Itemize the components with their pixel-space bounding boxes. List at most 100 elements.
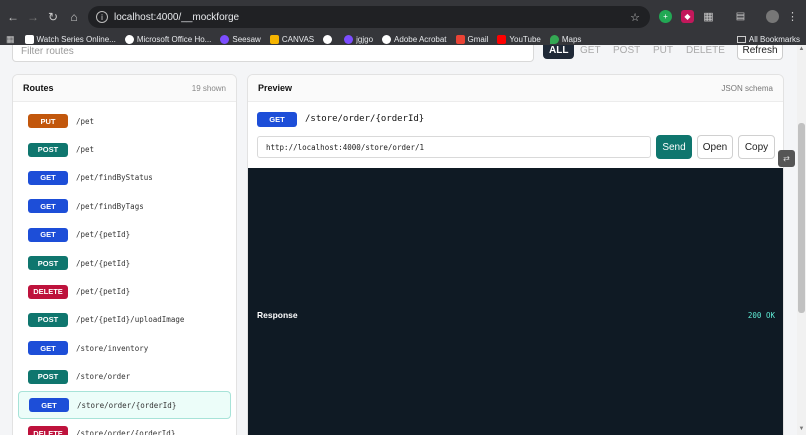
bookmark-item[interactable]: Maps (549, 34, 581, 44)
home-icon[interactable]: ⌂ (63, 6, 85, 28)
scroll-up-icon[interactable]: ▲ (798, 46, 805, 54)
bookmark-item[interactable]: YouTube (497, 34, 541, 44)
bookmark-favicon-icon (124, 34, 134, 44)
bookmark-item[interactable]: jgjgo (344, 34, 373, 44)
filter-method-put[interactable]: PUT (653, 45, 673, 59)
bookmark-item[interactable]: Adobe Acrobat (382, 34, 447, 44)
site-info-icon[interactable]: i (96, 11, 108, 23)
menu-kebab-icon[interactable]: ⋮ (786, 10, 799, 23)
media-icon[interactable]: ▤ (734, 10, 747, 23)
route-path: /pet/findByTags (76, 201, 144, 211)
apps-grid-icon[interactable]: ▦ (6, 34, 15, 45)
route-item[interactable]: GET/pet/findByStatus (18, 164, 231, 192)
address-bar[interactable]: i localhost:4000/__mockforge ☆ (88, 6, 650, 28)
route-path: /store/order (76, 372, 131, 382)
route-path: /pet/findByStatus (76, 173, 153, 183)
bookmark-item[interactable]: CANVAS (269, 34, 314, 44)
route-item[interactable]: POST/pet (18, 135, 231, 163)
extensions-puzzle-icon[interactable]: ▦ (702, 10, 715, 23)
bookmark-item[interactable]: Gmail (455, 34, 488, 44)
browser-toolbar: ← → ↻ ⌂ i localhost:4000/__mockforge ☆ +… (0, 0, 806, 33)
response-label: Response (257, 310, 298, 320)
bookmark-favicon-icon (344, 34, 354, 44)
page-scrollbar[interactable]: ▲ ▼ (797, 45, 806, 435)
route-item[interactable]: GET/pet/findByTags (18, 192, 231, 220)
preview-header: Preview JSON schema (248, 75, 783, 102)
extension-shield-icon[interactable]: ◆ (681, 10, 694, 23)
folder-icon (736, 35, 746, 43)
refresh-button[interactable]: Refresh (737, 45, 783, 60)
scroll-down-icon[interactable]: ▼ (798, 426, 805, 434)
route-item[interactable]: PUT/pet (18, 107, 231, 135)
preview-method-badge: GET (257, 112, 297, 127)
routes-count: 19 shown (191, 83, 226, 93)
route-item[interactable]: POST/pet/{petId}/uploadImage (18, 306, 231, 334)
method-badge: GET (28, 341, 68, 356)
bookmark-star-icon[interactable]: ☆ (630, 11, 640, 24)
reload-icon[interactable]: ↻ (42, 6, 64, 28)
bookmark-item[interactable]: Watch Series Online... (24, 34, 116, 44)
bookmark-item[interactable] (323, 34, 335, 44)
method-badge: POST (28, 312, 68, 327)
method-badge: DELETE (28, 426, 68, 435)
method-badge: POST (28, 369, 68, 384)
method-badge: PUT (28, 114, 68, 129)
route-item[interactable]: GET/store/order/{orderId} (18, 390, 231, 420)
bookmark-favicon-icon (24, 34, 34, 44)
copy-button[interactable]: Copy (738, 135, 775, 159)
route-item[interactable]: POST/store/order (18, 363, 231, 391)
method-badge: GET (28, 227, 68, 242)
route-path: /pet/{petId} (76, 287, 131, 297)
filter-routes-input[interactable]: Filter routes (12, 45, 534, 62)
route-item[interactable]: POST/pet/{petId} (18, 249, 231, 277)
route-path: /store/order/{orderId} (76, 428, 176, 435)
routes-title: Routes (23, 83, 54, 93)
preview-path: /store/order/{orderId} (305, 114, 425, 124)
route-item[interactable]: DELETE/store/order/{orderId} (18, 419, 231, 435)
profile-avatar[interactable] (766, 10, 779, 23)
route-path: /pet (76, 116, 95, 126)
scrollbar-thumb[interactable] (798, 123, 805, 313)
bookmark-favicon-icon (269, 34, 279, 44)
method-badge: GET (29, 398, 69, 413)
method-badge: POST (28, 256, 68, 271)
filter-method-all[interactable]: ALL (543, 45, 575, 59)
forward-icon[interactable]: → (22, 6, 44, 28)
back-icon[interactable]: ← (2, 6, 24, 28)
preview-title: Preview (258, 83, 293, 93)
routes-header: Routes 19 shown (13, 75, 236, 102)
filter-method-delete[interactable]: DELETE (686, 45, 725, 59)
floating-tool-icon[interactable]: ⇄ (778, 150, 795, 167)
route-path: /store/order/{orderId} (77, 400, 177, 410)
youtube-icon (497, 34, 507, 44)
route-path: /pet/{petId}/uploadImage (76, 315, 185, 325)
bookmarks-bar: ▦ Watch Series Online... Microsoft Offic… (0, 33, 806, 45)
preview-panel: Preview JSON schema GET /store/order/{or… (247, 74, 784, 435)
filter-method-get[interactable]: GET (580, 45, 601, 59)
json-schema-link[interactable]: JSON schema (721, 84, 773, 93)
filter-method-post[interactable]: POST (613, 45, 640, 59)
routes-list: PUT/pet POST/pet GET/pet/findByStatus GET/p… (13, 102, 236, 435)
method-badge: POST (28, 142, 68, 157)
all-bookmarks[interactable]: All Bookmarks (736, 35, 800, 44)
bookmark-favicon-icon (220, 34, 230, 44)
bookmark-item[interactable]: Seesaw (220, 34, 261, 44)
method-badge: GET (28, 170, 68, 185)
extension-green-icon[interactable]: + (659, 10, 672, 23)
bookmark-favicon-icon (382, 34, 392, 44)
method-badge: GET (28, 199, 68, 214)
route-path: /store/inventory (76, 343, 149, 353)
routes-panel: Routes 19 shown PUT/pet POST/pet GET/pet/f… (12, 74, 237, 435)
route-item[interactable]: GET/store/inventory (18, 334, 231, 362)
route-path: /pet (76, 145, 95, 155)
address-text: localhost:4000/__mockforge (114, 11, 240, 23)
route-item[interactable]: GET/pet/{petId} (18, 221, 231, 249)
route-item[interactable]: DELETE/pet/{petId} (18, 277, 231, 305)
method-badge: DELETE (28, 284, 68, 299)
bookmark-item[interactable]: Microsoft Office Ho... (124, 34, 211, 44)
gmail-icon (455, 34, 465, 44)
request-url-input[interactable] (257, 136, 651, 158)
mockforge-page: Filter routes ALL GET POST PUT DELETE Re… (0, 45, 797, 435)
send-button[interactable]: Send (656, 135, 692, 159)
open-button[interactable]: Open (697, 135, 733, 159)
